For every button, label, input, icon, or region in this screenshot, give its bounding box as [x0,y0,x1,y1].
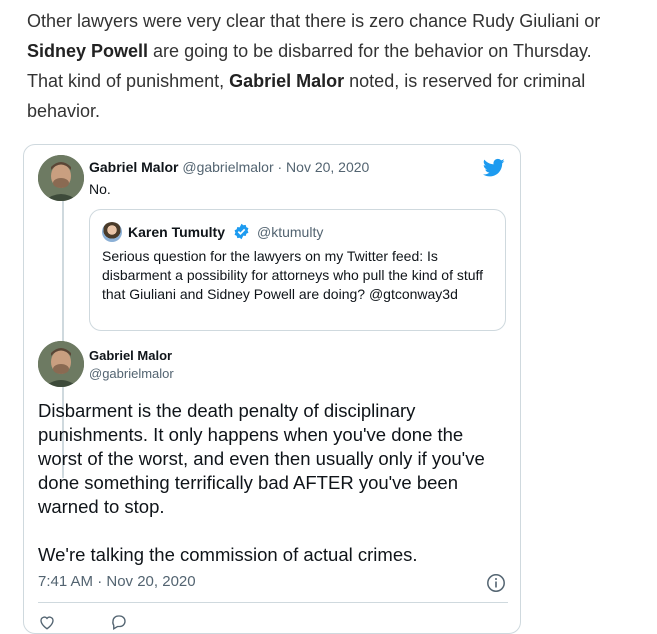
tweet-divider [38,602,508,603]
avatar-image-icon [38,155,84,201]
tweet2-author-name[interactable]: Gabriel Malor [89,348,172,363]
article-paragraph: Other lawyers were very clear that there… [27,6,627,126]
quoted-avatar[interactable] [102,222,122,242]
tweet1-author-name[interactable]: Gabriel Malor [89,159,178,175]
quoted-handle-wrap: @ktumulty [257,223,323,241]
embedded-tweet-card[interactable]: Gabriel Malor @gabrielmalor · Nov 20, 20… [23,144,521,634]
avatar[interactable] [38,155,84,201]
quoted-handle[interactable]: @ktumulty [257,224,323,240]
tweet2-paragraph-2: We're talking the commission of actual c… [38,544,418,565]
avatar[interactable] [38,341,84,387]
tweet2-paragraph-1: Disbarment is the death penalty of disci… [38,400,485,517]
tweet2-timestamp[interactable]: 7:41 AM · Nov 20, 2020 [38,573,196,590]
tweet2-author-name-wrap: Gabriel Malor [89,347,172,365]
quoted-tweet[interactable]: Karen Tumulty @ktumulty Serious question… [89,209,506,331]
tweet2-handle[interactable]: @gabrielmalor [89,366,174,381]
heart-icon[interactable] [38,613,56,631]
verified-badge-icon [234,223,249,240]
quoted-header: Karen Tumulty [128,223,225,241]
article-text-1: Other lawyers were very clear that there… [27,11,601,31]
reply-icon[interactable] [110,613,128,631]
tweet1-header: Gabriel Malor @gabrielmalor · Nov 20, 20… [89,158,369,176]
twitter-bird-icon[interactable] [483,158,505,178]
article-link-gabriel-malor[interactable]: Gabriel Malor [229,71,344,91]
tweet2-text: Disbarment is the death penalty of disci… [38,399,508,567]
quoted-author-name[interactable]: Karen Tumulty [128,224,225,240]
info-icon[interactable] [486,573,506,593]
tweet1-text: No. [89,181,111,197]
avatar-image-icon [38,341,84,387]
tweet2-handle-wrap: @gabrielmalor [89,365,174,383]
article-link-sidney-powell[interactable]: Sidney Powell [27,41,148,61]
tweet1-handle-date[interactable]: @gabrielmalor · Nov 20, 2020 [182,159,369,175]
quoted-text: Serious question for the lawyers on my T… [102,248,484,302]
